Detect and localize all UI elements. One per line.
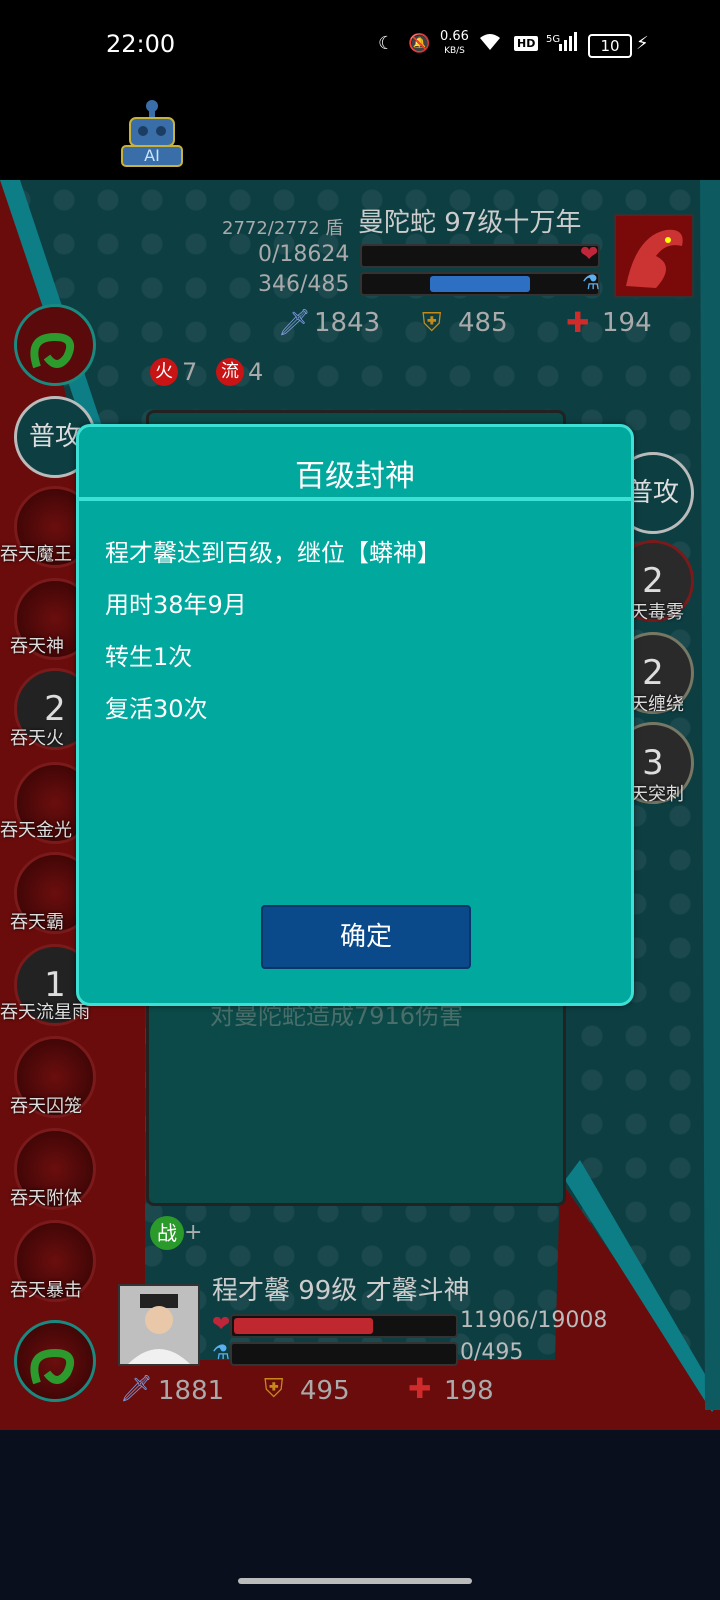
confirm-button[interactable]: 确定	[261, 905, 471, 969]
skill-label-7: 吞天囚笼	[10, 1096, 82, 1117]
player-hp-fill	[234, 1318, 373, 1334]
player-heart-icon: ❤	[212, 1312, 231, 1337]
ai-robot-button[interactable]: AI	[120, 98, 184, 168]
flow-buff-count: 4	[248, 358, 264, 386]
right-skill-label-2: 天缠绕	[630, 694, 684, 715]
status-time: 22:00	[106, 30, 176, 58]
promotion-dialog: 百级封神 程才馨达到百级，继位【蟒神】 用时38年9月 转生1次 复活30次 确…	[76, 424, 634, 1006]
enemy-name: 曼陀蛇 97级十万年	[358, 208, 582, 238]
skill-label-5: 吞天霸	[10, 912, 64, 933]
enemy-shield-text: 2772/2772 盾	[222, 218, 344, 239]
ai-label: AI	[144, 146, 160, 165]
signal-icon	[558, 32, 578, 56]
enemy-avatar[interactable]	[614, 214, 694, 298]
skill-label-6: 吞天流星雨	[0, 1002, 90, 1023]
dialog-line-time: 用时38年9月	[105, 591, 247, 619]
enemy-attack: 1843	[314, 308, 381, 338]
mute-icon: 🔕	[408, 33, 431, 54]
home-indicator[interactable]	[238, 1578, 472, 1584]
moon-icon: ☾	[378, 33, 395, 54]
player-mp-bar	[230, 1342, 458, 1366]
war-badge: 战	[150, 1216, 184, 1250]
fire-buff-count: 7	[182, 358, 198, 386]
flow-buff-icon: 流	[216, 358, 244, 386]
dialog-title: 百级封神	[295, 459, 415, 494]
player-potion-icon: ⚗	[212, 1340, 230, 1364]
right-skill-label-3: 天突刺	[630, 784, 684, 805]
shield-icon: ⛨	[422, 308, 442, 338]
skill-label-8: 吞天附体	[10, 1188, 82, 1209]
skill-label-1: 吞天魔王	[0, 544, 72, 565]
war-plus: +	[184, 1220, 203, 1245]
player-heal-icon: ✚	[408, 1372, 432, 1405]
player-hp-bar	[230, 1314, 458, 1338]
skill-label-9: 吞天暴击	[10, 1280, 82, 1301]
player-mp-text: 0/495	[460, 1340, 524, 1365]
hd-badge: HD	[514, 36, 539, 51]
skill-label-4: 吞天金光	[0, 820, 72, 841]
player-hp-text: 11906/19008	[460, 1308, 608, 1333]
net-speed: 0.66 KB/S	[440, 30, 469, 58]
player-name: 程才馨 99级 才馨斗神	[212, 1276, 470, 1306]
sword-icon: 🗡	[278, 308, 312, 338]
player-snake-skill-button[interactable]	[14, 1320, 96, 1402]
dialog-line-reincarnation: 转生1次	[105, 643, 193, 671]
wifi-icon	[478, 32, 502, 56]
battery-level: 10	[600, 37, 620, 55]
dialog-line-revive: 复活30次	[105, 695, 208, 723]
enemy-defense: 485	[458, 308, 508, 338]
charging-icon: ⚡	[636, 33, 649, 54]
battery-icon: 10	[588, 34, 632, 58]
net-speed-unit: KB/S	[444, 46, 465, 56]
player-defense: 495	[300, 1376, 350, 1406]
potion-icon: ⚗	[582, 270, 600, 294]
enemy-mp-text: 346/485	[258, 272, 350, 297]
player-attack: 1881	[158, 1376, 225, 1406]
dialog-line-succession: 程才馨达到百级，继位【蟒神】	[105, 539, 441, 567]
snake-skill-button[interactable]	[14, 304, 96, 386]
player-sword-icon: 🗡	[120, 1374, 154, 1404]
player-heal: 198	[444, 1376, 494, 1406]
enemy-heal: 194	[602, 308, 652, 338]
right-skill-label-1: 天毒雾	[630, 602, 684, 623]
player-shield-icon: ⛨	[264, 1374, 284, 1404]
navigation-bar	[0, 1430, 720, 1600]
status-bar: 22:00 ☾ 🔕 0.66 KB/S HD 5G 10 ⚡	[0, 0, 720, 90]
heal-cross-icon: ✚	[566, 306, 590, 339]
dialog-divider	[79, 497, 631, 501]
skill-label-3: 吞天火	[10, 728, 64, 749]
heart-icon: ❤	[580, 242, 599, 267]
net-speed-value: 0.66	[440, 29, 469, 44]
fire-buff-icon: 火	[150, 358, 178, 386]
enemy-mp-fill	[430, 276, 530, 292]
player-avatar[interactable]	[118, 1284, 200, 1366]
enemy-hp-text: 0/18624	[258, 242, 350, 267]
enemy-mp-bar	[360, 272, 600, 296]
enemy-hp-bar	[360, 244, 600, 268]
skill-label-2: 吞天神	[10, 636, 64, 657]
